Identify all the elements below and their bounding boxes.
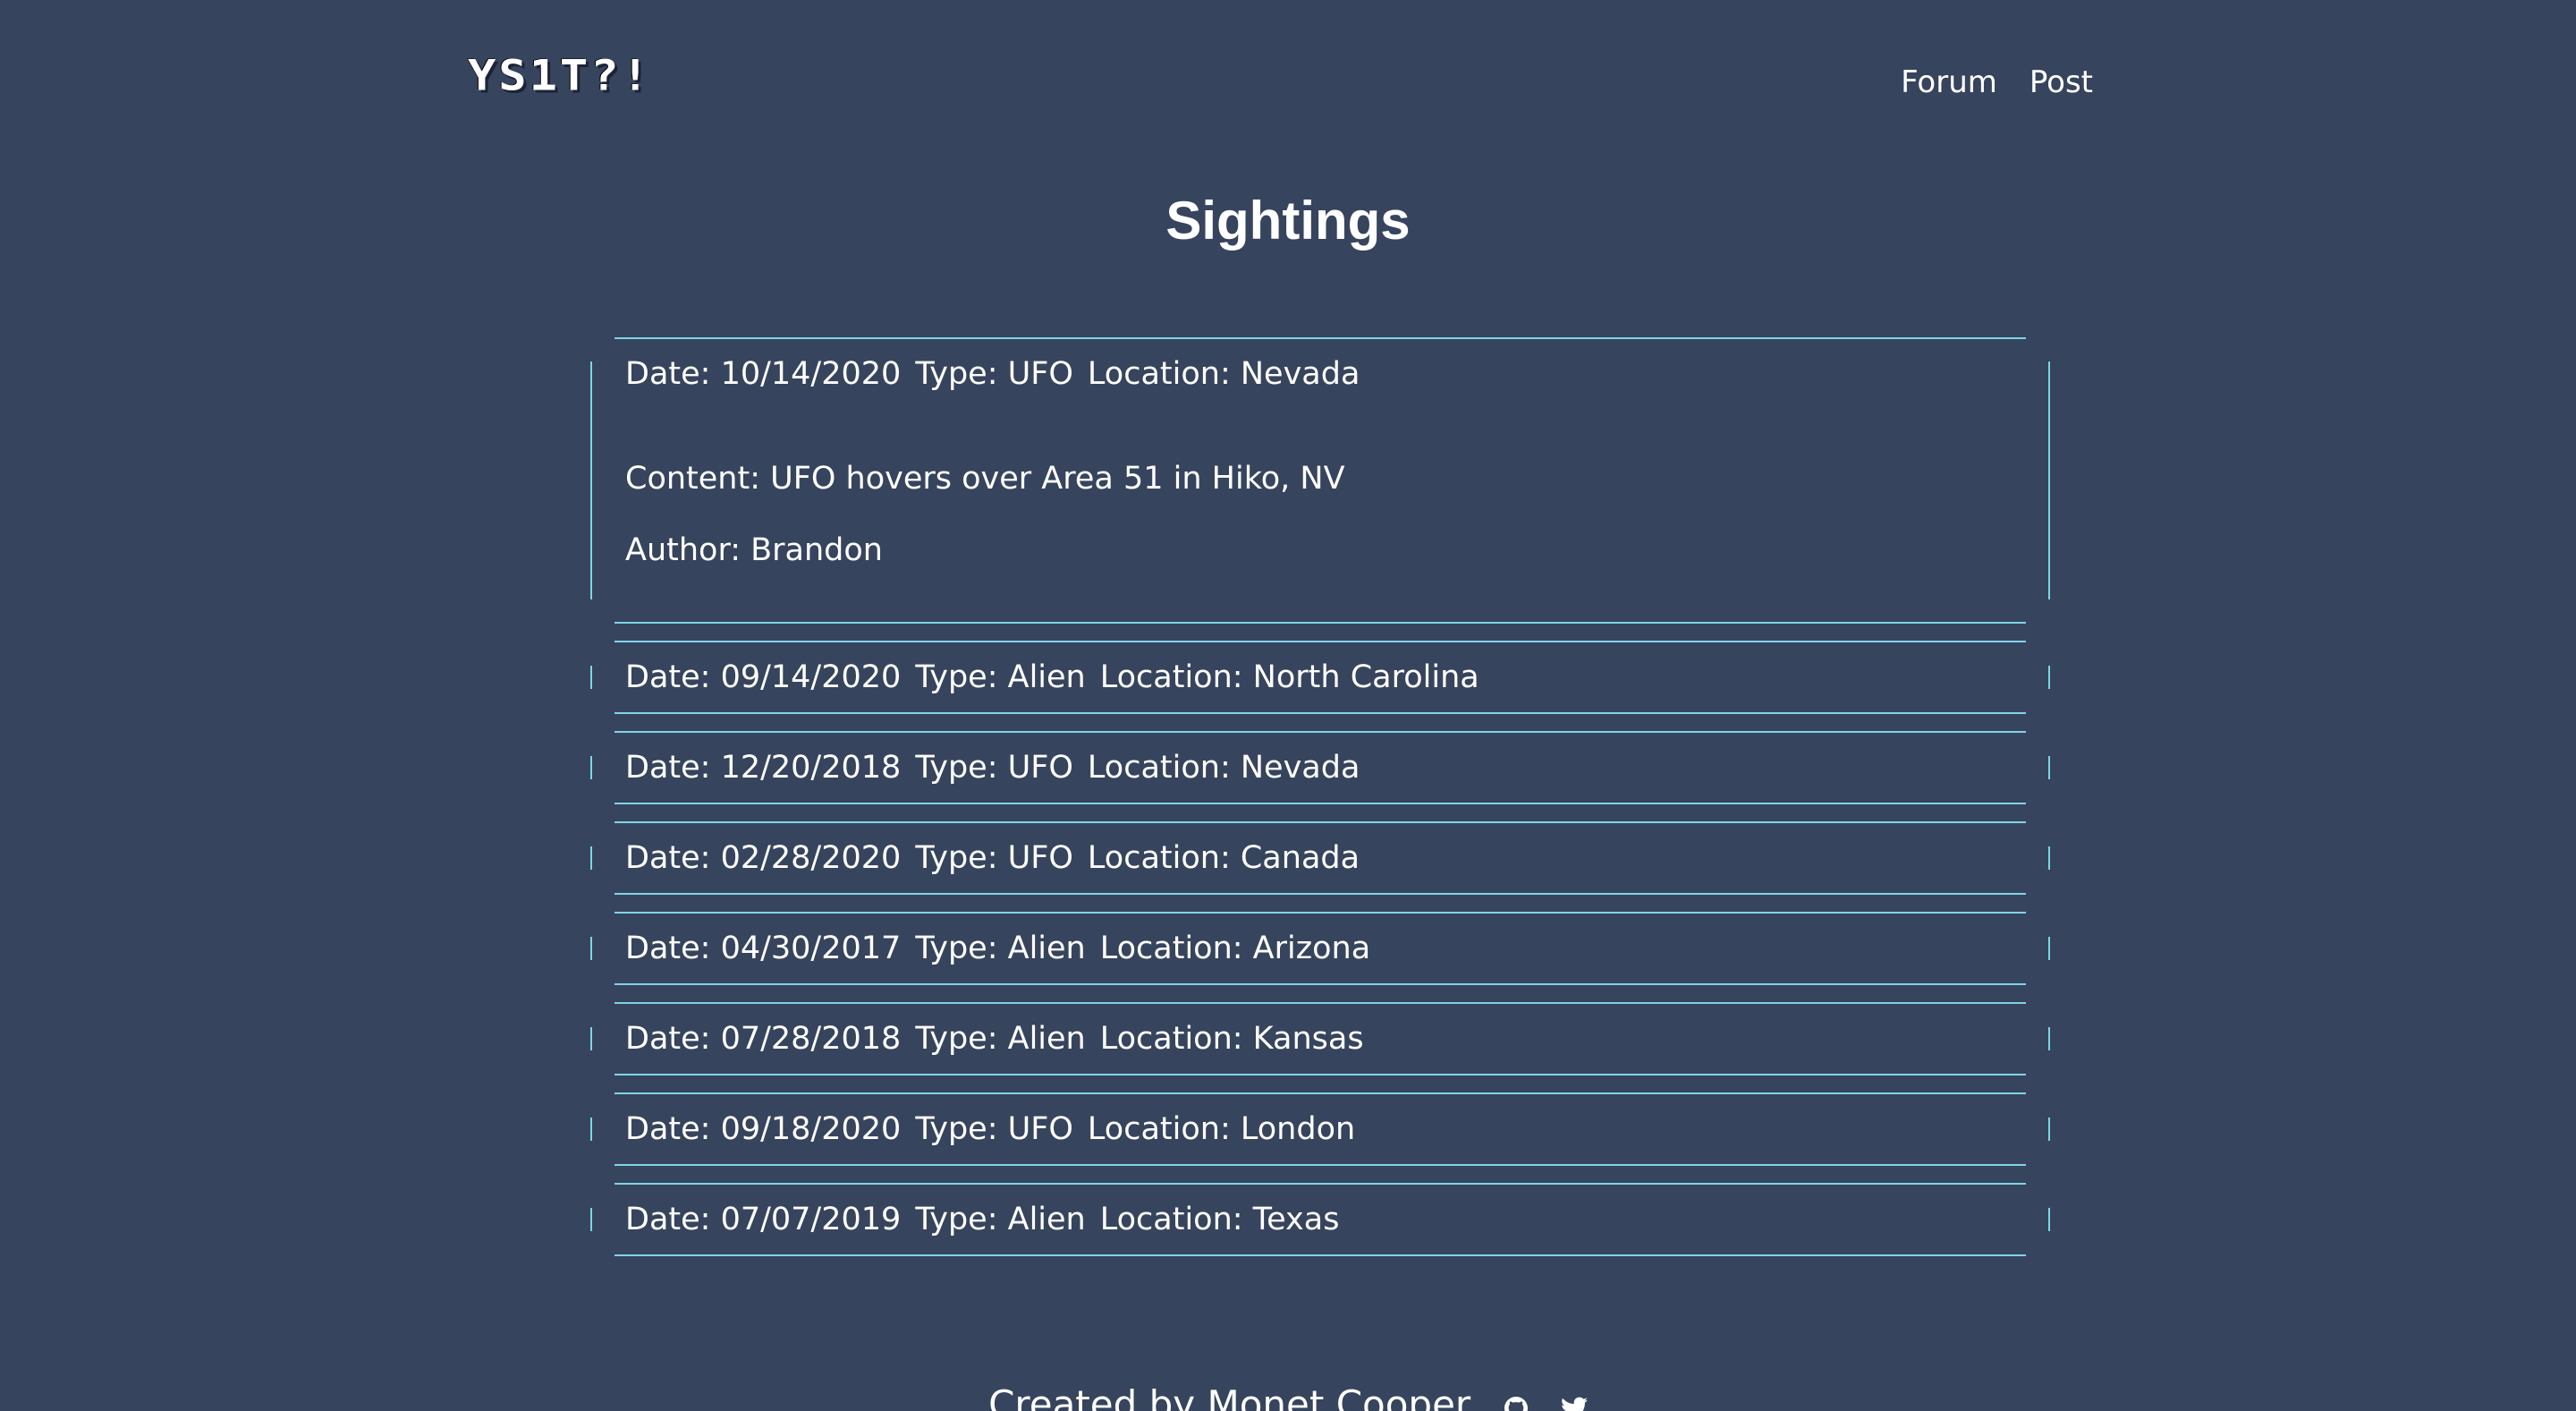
sighting-card: Date: 09/18/2020 Type: UFO Location: Londo… <box>590 1092 2050 1166</box>
sighting-header[interactable]: Date: 02/28/2020 Type: UFO Location: Canad… <box>625 840 1360 876</box>
sighting-date: Date: 12/20/2018 <box>625 750 902 786</box>
sighting-type: Type: Alien <box>915 1202 1086 1237</box>
sighting-location: Location: Texas <box>1099 1202 1340 1237</box>
sighting-type: Type: UFO <box>915 1111 1073 1147</box>
sighting-header[interactable]: Date: 09/14/2020 Type: Alien Location: Nor… <box>625 659 1479 695</box>
sighting-type: Type: Alien <box>915 1021 1086 1057</box>
footer: Created by Monet Cooper <box>0 1382 2576 1411</box>
sighting-type: Type: UFO <box>915 356 1073 392</box>
sighting-location: Location: Canada <box>1087 840 1360 876</box>
sighting-date: Date: 07/07/2019 <box>625 1202 902 1237</box>
site-logo[interactable]: YS1T?! <box>468 55 652 98</box>
sighting-author: Author: Brandon <box>625 532 883 568</box>
sighting-type: Type: UFO <box>915 750 1073 786</box>
sighting-type: Type: Alien <box>915 659 1086 695</box>
sighting-card: Date: 04/30/2017 Type: Alien Location: Ari… <box>590 912 2050 985</box>
sighting-date: Date: 02/28/2020 <box>625 840 902 876</box>
sighting-date: Date: 04/30/2017 <box>625 931 902 966</box>
sighting-header[interactable]: Date: 09/18/2020 Type: UFO Location: Londo… <box>625 1111 1355 1147</box>
sighting-card: Date: 10/14/2020 Type: UFO Location: Nevad… <box>590 337 2050 624</box>
sighting-header[interactable]: Date: 10/14/2020 Type: UFO Location: Nevad… <box>625 356 1360 392</box>
sighting-type: Type: UFO <box>915 840 1073 876</box>
sighting-type: Type: Alien <box>915 931 1086 966</box>
github-icon[interactable] <box>1504 1385 1528 1411</box>
nav-forum-link[interactable]: Forum <box>1901 64 1997 100</box>
nav-post-link[interactable]: Post <box>2029 64 2093 100</box>
sighting-location: Location: Nevada <box>1087 750 1360 786</box>
page: YS1T?! Forum Post Sightings Date: 10/14/… <box>0 0 2576 1411</box>
sighting-header[interactable]: Date: 12/20/2018 Type: UFO Location: Nevad… <box>625 750 1360 786</box>
sighting-date: Date: 10/14/2020 <box>625 356 902 392</box>
twitter-icon[interactable] <box>1561 1385 1588 1411</box>
sighting-location: Location: Nevada <box>1087 356 1360 392</box>
page-title: Sightings <box>1165 191 1411 251</box>
sighting-location: Location: London <box>1087 1111 1356 1147</box>
sighting-header[interactable]: Date: 07/28/2018 Type: Alien Location: Kan… <box>625 1021 1364 1057</box>
sighting-date: Date: 07/28/2018 <box>625 1021 902 1057</box>
footer-credit: Created by Monet Cooper <box>988 1382 1471 1411</box>
sighting-card: Date: 02/28/2020 Type: UFO Location: Canad… <box>590 821 2050 895</box>
main-nav: Forum Post <box>1901 64 2093 100</box>
sighting-card: Date: 09/14/2020 Type: Alien Location: Nor… <box>590 641 2050 714</box>
sighting-location: Location: Arizona <box>1099 931 1371 966</box>
sighting-date: Date: 09/18/2020 <box>625 1111 902 1147</box>
sighting-location: Location: Kansas <box>1099 1021 1364 1057</box>
sighting-date: Date: 09/14/2020 <box>625 659 902 695</box>
sighting-card: Date: 07/07/2019 Type: Alien Location: Tex… <box>590 1183 2050 1256</box>
sighting-header[interactable]: Date: 07/07/2019 Type: Alien Location: Tex… <box>625 1202 1339 1237</box>
sighting-content: Content: UFO hovers over Area 51 in Hiko… <box>625 461 1345 497</box>
sighting-location: Location: North Carolina <box>1099 659 1479 695</box>
sighting-header[interactable]: Date: 04/30/2017 Type: Alien Location: Ari… <box>625 931 1370 966</box>
sighting-card: Date: 12/20/2018 Type: UFO Location: Nevad… <box>590 731 2050 804</box>
sightings-list: Date: 10/14/2020 Type: UFO Location: Nevad… <box>590 337 2050 1273</box>
sighting-card: Date: 07/28/2018 Type: Alien Location: Kan… <box>590 1002 2050 1075</box>
